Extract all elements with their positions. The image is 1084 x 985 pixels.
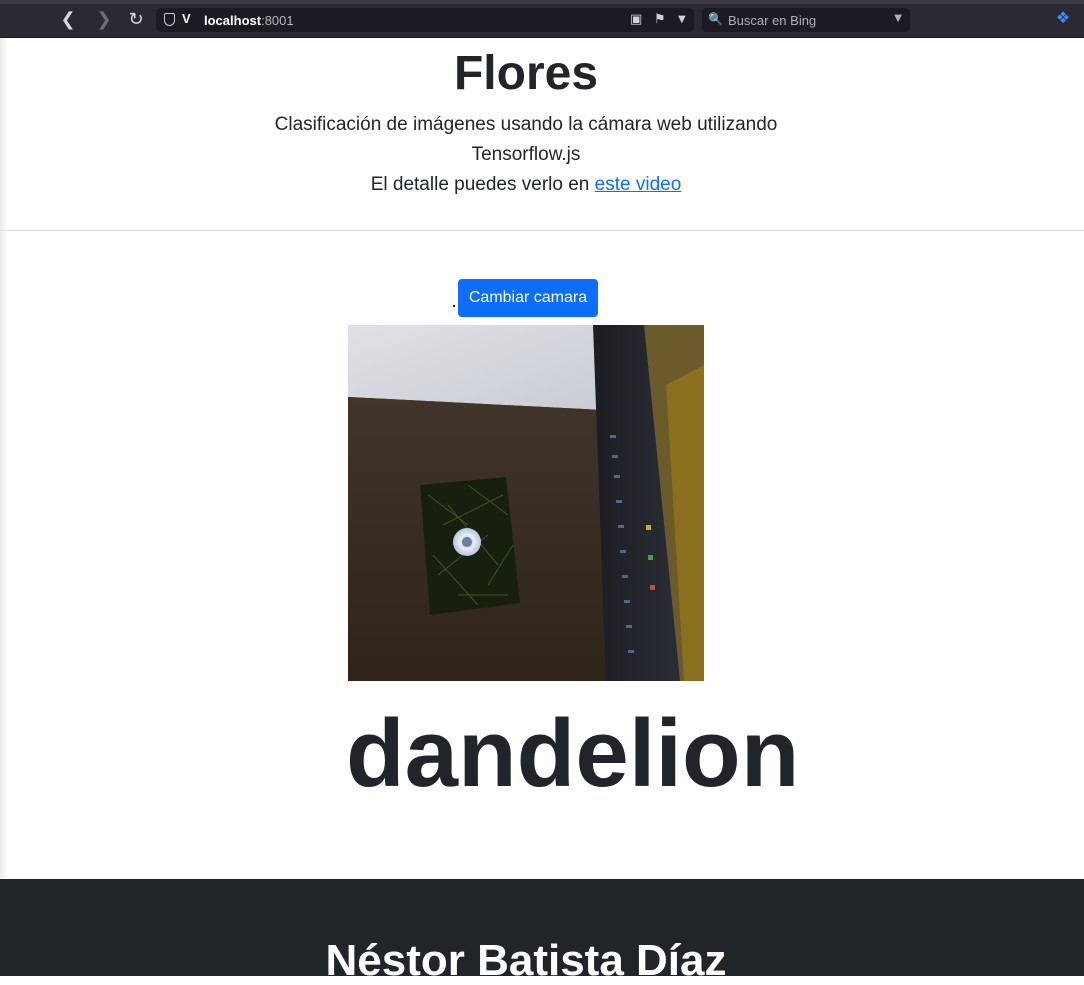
bookmark-icon[interactable]: ⚑ (654, 12, 666, 27)
detail-line: El detalle puedes verlo en este video (270, 170, 782, 200)
url-port: :8001 (261, 13, 294, 28)
url-text[interactable]: localhost:8001 (204, 13, 294, 28)
prediction-label: dandelion (346, 700, 800, 807)
search-field[interactable]: 🔍 Buscar en Bing ▼ (702, 8, 910, 32)
footer: Néstor Batista Díaz (0, 879, 1084, 983)
dropdown-icon[interactable]: ▼ (678, 14, 686, 25)
webcam-canvas (348, 325, 704, 681)
vivaldi-icon[interactable]: V (182, 11, 191, 26)
video-link[interactable]: este video (595, 174, 682, 195)
page: Flores Clasificación de imágenes usando … (0, 38, 1084, 983)
search-engine-dropdown-icon[interactable]: ▼ (894, 13, 902, 24)
divider (0, 230, 1084, 231)
page-subtitle: Clasificación de imágenes usando la cáma… (270, 110, 782, 200)
page-edge-shadow (0, 38, 8, 878)
tab-strip (0, 0, 1084, 4)
forward-icon[interactable]: ❯ (92, 8, 116, 32)
extension-icon[interactable]: ❖ (1054, 9, 1072, 27)
switch-camera-button[interactable]: Cambiar camara (458, 279, 598, 317)
subtitle-line-1: Clasificación de imágenes usando la cáma… (274, 114, 778, 135)
author-name: Néstor Batista Díaz (325, 936, 727, 985)
hidden-element-dot (453, 305, 455, 307)
address-bar[interactable]: V localhost:8001 ▣ ⚑ ▼ (156, 8, 694, 32)
back-icon[interactable]: ❮ (56, 8, 80, 32)
shield-icon[interactable] (164, 13, 175, 26)
detail-text: El detalle puedes verlo en (370, 174, 595, 195)
camera-icon[interactable]: ▣ (630, 12, 642, 27)
search-placeholder: Buscar en Bing (728, 13, 817, 28)
browser-toolbar: ❮ ❯ ↻ V localhost:8001 ▣ ⚑ ▼ 🔍 Buscar en… (0, 0, 1084, 38)
url-host: localhost (204, 13, 262, 28)
search-icon: 🔍 (708, 12, 723, 26)
reload-icon[interactable]: ↻ (124, 8, 148, 32)
page-title: Flores (453, 47, 599, 100)
subtitle-line-2: Tensorflow.js (471, 144, 581, 165)
